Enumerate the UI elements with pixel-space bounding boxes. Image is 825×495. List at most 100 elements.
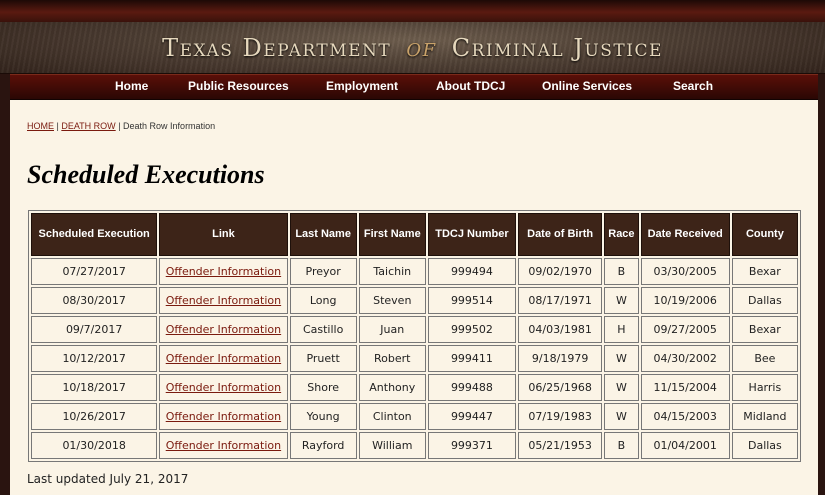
cell-race: W xyxy=(604,374,639,401)
offender-information-link[interactable]: Offender Information xyxy=(166,294,281,307)
cell-first-name: Robert xyxy=(358,345,426,372)
breadcrumb-current: Death Row Information xyxy=(123,121,216,131)
offender-information-link[interactable]: Offender Information xyxy=(166,265,281,278)
cell-date-received: 11/15/2004 xyxy=(640,374,730,401)
cell-scheduled-execution: 09/7/2017 xyxy=(31,316,158,343)
table-row: 10/18/2017 Offender Information Shore An… xyxy=(31,374,798,401)
cell-scheduled-execution: 10/26/2017 xyxy=(31,403,158,430)
table-row: 08/30/2017 Offender Information Long Ste… xyxy=(31,287,798,314)
breadcrumb-home[interactable]: HOME xyxy=(27,121,54,131)
cell-scheduled-execution: 07/27/2017 xyxy=(31,258,158,285)
right-frame xyxy=(818,74,825,495)
cell-date-of-birth: 04/03/1981 xyxy=(518,316,603,343)
cell-race: W xyxy=(604,345,639,372)
cell-county: Bee xyxy=(731,345,798,372)
title-of: of xyxy=(406,33,437,63)
cell-first-name: Anthony xyxy=(358,374,426,401)
cell-first-name: William xyxy=(358,432,426,459)
cell-county: Dallas xyxy=(731,432,798,459)
main-nav: Home Public Resources Employment About T… xyxy=(10,74,818,100)
header-date-received: Date Received xyxy=(640,213,730,256)
cell-last-name: Preyor xyxy=(289,258,357,285)
offender-information-link[interactable]: Offender Information xyxy=(166,410,281,423)
cell-link: Offender Information xyxy=(159,316,288,343)
main-content: HOME | DEATH ROW | Death Row Information… xyxy=(10,100,818,495)
site-title[interactable]: Texas Department of Criminal Justice xyxy=(0,33,825,63)
offender-information-link[interactable]: Offender Information xyxy=(166,323,281,336)
last-updated: Last updated July 21, 2017 xyxy=(27,472,189,486)
cell-tdcj-number: 999514 xyxy=(427,287,517,314)
header-last-name: Last Name xyxy=(289,213,357,256)
offender-information-link[interactable]: Offender Information xyxy=(166,439,281,452)
header-race: Race xyxy=(604,213,639,256)
table-row: 10/12/2017 Offender Information Pruett R… xyxy=(31,345,798,372)
table-row: 01/30/2018 Offender Information Rayford … xyxy=(31,432,798,459)
cell-date-of-birth: 06/25/1968 xyxy=(518,374,603,401)
cell-last-name: Castillo xyxy=(289,316,357,343)
cell-last-name: Pruett xyxy=(289,345,357,372)
cell-scheduled-execution: 10/12/2017 xyxy=(31,345,158,372)
nav-home[interactable]: Home xyxy=(115,79,148,93)
cell-scheduled-execution: 10/18/2017 xyxy=(31,374,158,401)
nav-employment[interactable]: Employment xyxy=(326,79,398,93)
title-part2: Criminal Justice xyxy=(451,34,663,62)
cell-date-of-birth: 08/17/1971 xyxy=(518,287,603,314)
nav-search[interactable]: Search xyxy=(673,79,713,93)
breadcrumb: HOME | DEATH ROW | Death Row Information xyxy=(27,121,215,131)
cell-date-of-birth: 05/21/1953 xyxy=(518,432,603,459)
nav-public-resources[interactable]: Public Resources xyxy=(188,79,289,93)
executions-table: Scheduled Execution Link Last Name First… xyxy=(28,210,801,462)
cell-last-name: Rayford xyxy=(289,432,357,459)
cell-race: B xyxy=(604,258,639,285)
cell-race: H xyxy=(604,316,639,343)
site-header: Texas Department of Criminal Justice xyxy=(0,0,825,74)
page-title: Scheduled Executions xyxy=(27,160,265,189)
breadcrumb-death-row[interactable]: DEATH ROW xyxy=(61,121,115,131)
cell-date-received: 01/04/2001 xyxy=(640,432,730,459)
cell-tdcj-number: 999371 xyxy=(427,432,517,459)
cell-county: Bexar xyxy=(731,258,798,285)
header-date-of-birth: Date of Birth xyxy=(518,213,603,256)
header-link: Link xyxy=(159,213,288,256)
cell-tdcj-number: 999411 xyxy=(427,345,517,372)
cell-date-received: 04/30/2002 xyxy=(640,345,730,372)
cell-link: Offender Information xyxy=(159,345,288,372)
cell-tdcj-number: 999488 xyxy=(427,374,517,401)
cell-date-of-birth: 9/18/1979 xyxy=(518,345,603,372)
table-row: 09/7/2017 Offender Information Castillo … xyxy=(31,316,798,343)
cell-date-received: 04/15/2003 xyxy=(640,403,730,430)
title-part1: Texas Department xyxy=(162,34,392,62)
cell-scheduled-execution: 01/30/2018 xyxy=(31,432,158,459)
cell-race: B xyxy=(604,432,639,459)
cell-date-of-birth: 09/02/1970 xyxy=(518,258,603,285)
cell-last-name: Shore xyxy=(289,374,357,401)
cell-date-received: 03/30/2005 xyxy=(640,258,730,285)
header-scheduled-execution: Scheduled Execution xyxy=(31,213,158,256)
cell-race: W xyxy=(604,403,639,430)
cell-county: Harris xyxy=(731,374,798,401)
cell-last-name: Long xyxy=(289,287,357,314)
cell-county: Dallas xyxy=(731,287,798,314)
nav-online-services[interactable]: Online Services xyxy=(542,79,632,93)
header-county: County xyxy=(731,213,798,256)
cell-date-of-birth: 07/19/1983 xyxy=(518,403,603,430)
cell-race: W xyxy=(604,287,639,314)
cell-first-name: Clinton xyxy=(358,403,426,430)
cell-last-name: Young xyxy=(289,403,357,430)
header-tdcj-number: TDCJ Number xyxy=(427,213,517,256)
cell-link: Offender Information xyxy=(159,432,288,459)
offender-information-link[interactable]: Offender Information xyxy=(166,381,281,394)
cell-link: Offender Information xyxy=(159,258,288,285)
cell-tdcj-number: 999494 xyxy=(427,258,517,285)
offender-information-link[interactable]: Offender Information xyxy=(166,352,281,365)
cell-link: Offender Information xyxy=(159,403,288,430)
cell-county: Midland xyxy=(731,403,798,430)
nav-about-tdcj[interactable]: About TDCJ xyxy=(436,79,505,93)
table-header-row: Scheduled Execution Link Last Name First… xyxy=(31,213,798,256)
cell-first-name: Steven xyxy=(358,287,426,314)
table-row: 10/26/2017 Offender Information Young Cl… xyxy=(31,403,798,430)
cell-scheduled-execution: 08/30/2017 xyxy=(31,287,158,314)
cell-first-name: Taichin xyxy=(358,258,426,285)
cell-tdcj-number: 999502 xyxy=(427,316,517,343)
header-first-name: First Name xyxy=(358,213,426,256)
